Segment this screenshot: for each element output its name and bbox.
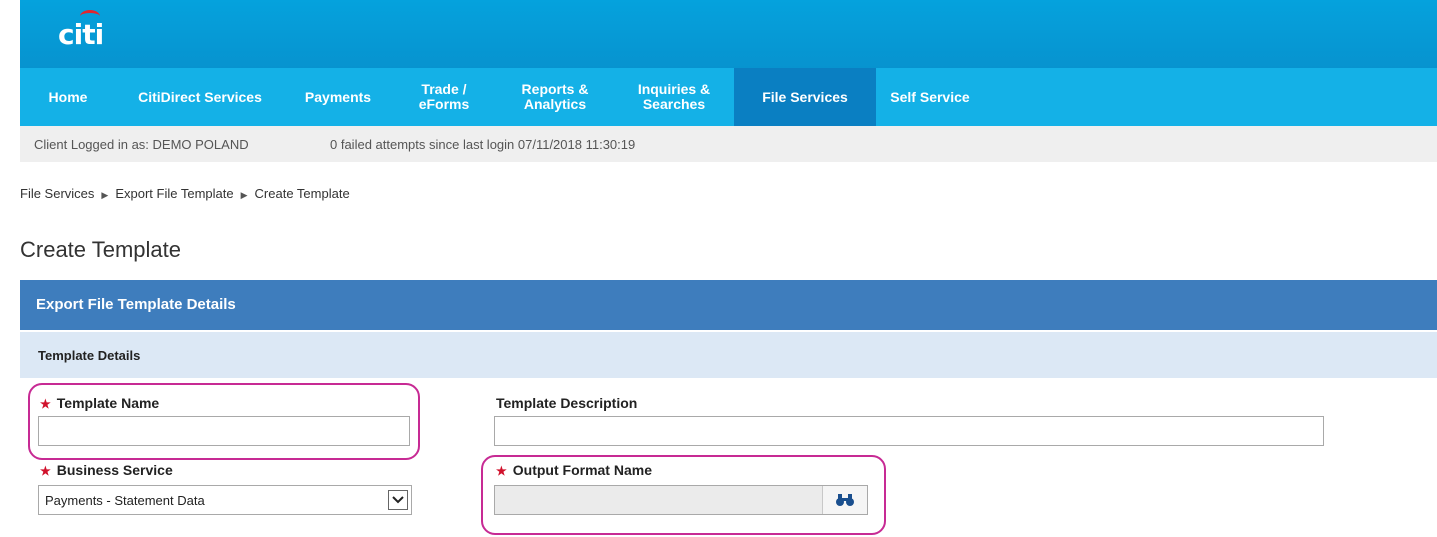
failed-attempts-text: 0 failed attempts since last login 07/11… [330, 137, 636, 152]
output-format-name-input[interactable] [494, 485, 868, 515]
template-name-input[interactable] [38, 416, 410, 446]
section-header-title: Template Details [38, 348, 141, 363]
client-logged-in-text: Client Logged in as: DEMO POLAND [34, 137, 249, 152]
brand-bar: citi [20, 0, 1437, 68]
panel-header: Export File Template Details [20, 280, 1437, 330]
main-nav: Home CitiDirect Services Payments Trade … [20, 68, 1437, 126]
nav-payments[interactable]: Payments [284, 68, 392, 126]
business-service-value: Payments - Statement Data [45, 493, 205, 508]
panel-header-title: Export File Template Details [36, 296, 236, 313]
breadcrumb-separator-icon: ▶ [240, 190, 248, 200]
template-name-label: ★ Template Name [40, 395, 160, 411]
breadcrumb-item[interactable]: File Services [20, 186, 94, 201]
section-header: Template Details [20, 332, 1437, 378]
nav-citidirect-services[interactable]: CitiDirect Services [116, 68, 284, 126]
required-star-icon: ★ [40, 397, 51, 411]
nav-self-service[interactable]: Self Service [876, 68, 984, 126]
nav-home[interactable]: Home [20, 68, 116, 126]
nav-reports-analytics[interactable]: Reports & Analytics [496, 68, 614, 126]
binoculars-icon[interactable] [822, 486, 867, 514]
page-margin [0, 0, 20, 537]
template-description-input[interactable] [494, 416, 1324, 446]
logo-arc-icon [80, 10, 100, 23]
chevron-down-icon[interactable] [388, 490, 408, 510]
login-status-bar: Client Logged in as: DEMO POLAND 0 faile… [20, 126, 1437, 162]
output-format-name-label: ★ Output Format Name [496, 462, 652, 478]
breadcrumb-item: Create Template [254, 186, 350, 201]
business-service-select[interactable]: Payments - Statement Data [38, 485, 412, 515]
nav-trade-eforms[interactable]: Trade / eForms [392, 68, 496, 126]
breadcrumb-item[interactable]: Export File Template [115, 186, 233, 201]
required-star-icon: ★ [496, 464, 507, 478]
business-service-label: ★ Business Service [40, 462, 173, 478]
nav-inquiries-searches[interactable]: Inquiries & Searches [614, 68, 734, 126]
breadcrumb-separator-icon: ▶ [101, 190, 109, 200]
required-star-icon: ★ [40, 464, 51, 478]
breadcrumb: File Services ▶ Export File Template ▶ Creat… [20, 186, 350, 201]
nav-file-services[interactable]: File Services [734, 68, 876, 126]
page-title: Create Template [20, 237, 182, 262]
template-description-label: Template Description [496, 395, 638, 411]
